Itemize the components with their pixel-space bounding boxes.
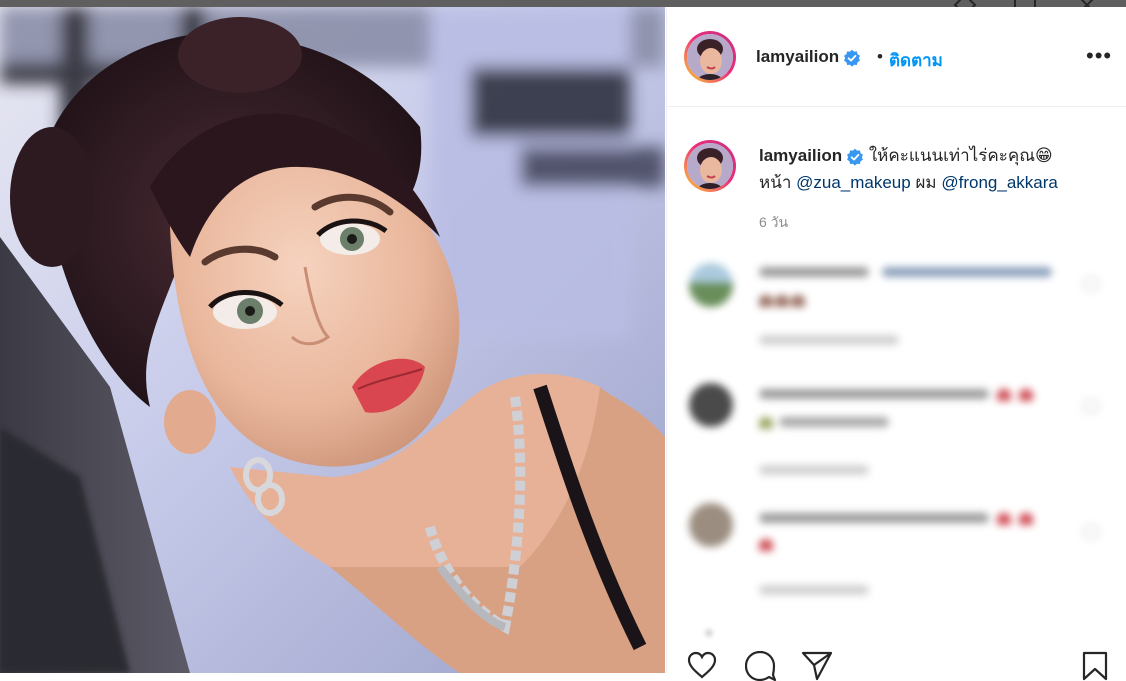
caption-line-1: lamyailion ให้คะแนนเท่าไร่คะคุณ😁 [759,142,1053,169]
comment-item[interactable] [667,255,1126,365]
emoji-blurred [759,295,773,307]
comment-meta-blurred [759,465,869,475]
comment-mention-blurred [882,267,1052,277]
mention-link-hair[interactable]: @frong_akkara [941,173,1058,192]
comment-item[interactable] [667,375,1126,485]
comment-text-blurred [779,417,889,427]
comment-meta-blurred [759,335,899,345]
header-username[interactable]: lamyailion [756,47,839,66]
caption-text: ให้คะแนนเท่าไร่คะคุณ😁 [868,146,1053,165]
comment-avatar [689,263,733,307]
comment-like-icon[interactable] [1083,525,1099,539]
caption-username[interactable]: lamyailion [759,146,842,165]
follow-button[interactable]: ติดตาม [889,47,943,74]
mention-link-makeup[interactable]: @zua_makeup [796,173,911,192]
verified-badge-icon [847,148,864,166]
emoji-blurred [1019,389,1033,401]
header-separator-dot: • [877,47,883,66]
caption-avatar[interactable] [684,140,736,192]
avatar-image [687,34,733,80]
comment-meta-blurred [759,585,869,595]
comment-avatar [689,503,733,547]
verified-badge-icon [844,49,861,67]
bookmark-icon[interactable] [1081,651,1109,681]
paper-plane-icon[interactable] [801,651,833,681]
author-avatar[interactable] [684,31,736,83]
emoji-blurred [759,539,773,551]
post-header: lamyailion • ติดตาม ••• [667,7,1126,107]
more-comments-indicator [705,629,713,637]
comment-item[interactable] [667,497,1126,607]
header-username-row: lamyailion [756,47,861,67]
caption-middle: ผม [915,173,937,192]
emoji-blurred [791,295,805,307]
comment-text-blurred [759,513,989,523]
comment-text-blurred [759,267,869,277]
post-side-panel: lamyailion • ติดตาม ••• lamyailion ให้คะ… [666,7,1126,681]
comment-avatar [689,383,733,427]
emoji-blurred [997,389,1011,401]
caption-line-2: หน้า @zua_makeup ผม @frong_akkara [759,169,1058,196]
comment-icon[interactable] [745,651,777,681]
more-options-icon[interactable]: ••• [1086,43,1112,69]
emoji-blurred [759,417,773,429]
comment-like-icon[interactable] [1083,277,1099,291]
comment-like-icon[interactable] [1083,399,1099,413]
emoji-blurred [997,513,1011,525]
emoji-blurred [1019,513,1033,525]
post-image [0,7,665,673]
heart-icon[interactable] [687,651,717,679]
comment-text-blurred [759,389,989,399]
avatar-image [687,143,733,189]
post-timestamp: 6 วัน [759,214,789,230]
post-photo[interactable] [0,7,665,673]
caption-prefix: หน้า [759,173,792,192]
emoji-blurred [775,295,789,307]
